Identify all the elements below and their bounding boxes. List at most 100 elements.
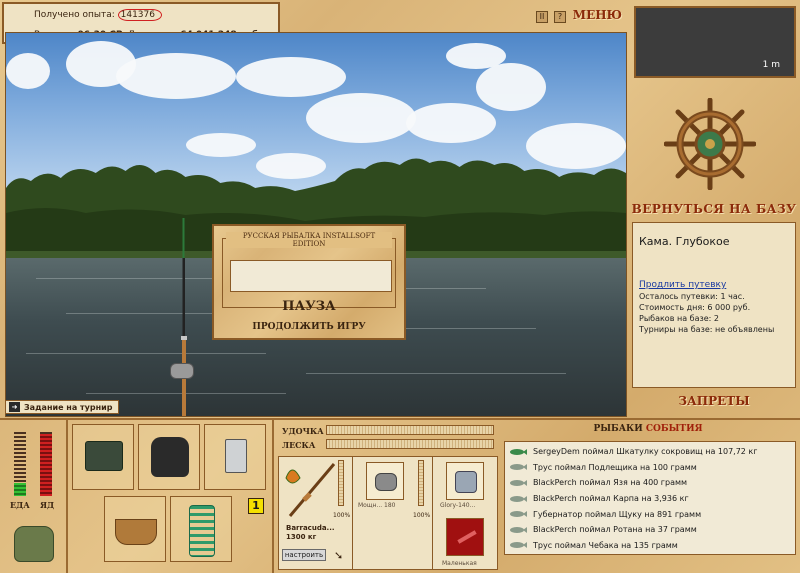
divider <box>352 456 353 570</box>
food-meter <box>14 432 26 496</box>
list-item: Трус поймал Чебака на 135 грамм <box>509 538 791 554</box>
reel-icon <box>375 473 397 491</box>
list-item: Трус поймал Подлещика на 100 грамм <box>509 460 791 476</box>
events-title-fishers: РЫБАКИ <box>593 424 643 434</box>
line-spool-icon <box>455 471 477 493</box>
ship-wheel-icon[interactable] <box>664 98 756 190</box>
cloud <box>116 53 236 99</box>
fish-icon <box>510 511 527 518</box>
food-bag-icon[interactable] <box>14 526 54 562</box>
events-title-events: СОБЫТИЯ <box>645 424 703 434</box>
poison-meter-fill <box>40 433 52 496</box>
poison-meter <box>40 432 52 496</box>
tournaments-status: Турниры на базе: не объявлены <box>639 325 775 334</box>
cloud <box>406 103 496 143</box>
backpack-icon <box>151 437 189 477</box>
slot-number-badge: 1 <box>248 498 264 514</box>
bans-button[interactable]: ЗАПРЕТЫ <box>628 394 800 408</box>
rod-weight: 1300 кг <box>286 533 317 541</box>
experience-row: Получено опыта: 141376 <box>34 9 162 21</box>
continue-game-button[interactable]: ПРОДОЛЖИТЬ ИГРУ <box>214 322 404 332</box>
poison-label: ЯД <box>40 500 55 510</box>
divider <box>432 456 433 570</box>
event-text: BlackPerch поймал Карпа на 3,936 кг <box>533 494 689 504</box>
cloud <box>236 57 346 97</box>
list-item: BlackPerch поймал Ротана на 37 грамм <box>509 522 791 538</box>
setup-button[interactable]: настроить <box>282 549 326 561</box>
reel-caption: Мощн... 180 <box>358 502 396 509</box>
menu-button[interactable]: МЕНЮ <box>573 8 622 22</box>
reel-icon <box>170 363 194 379</box>
permit-remaining: Осталось путевки: 1 час. <box>639 292 745 301</box>
fish-icon <box>510 479 527 486</box>
list-item: Губернатор поймал Щуку на 891 грамм <box>509 506 791 522</box>
event-text: BlackPerch поймал Язя на 400 грамм <box>533 478 688 488</box>
return-to-base-button[interactable]: ВЕРНУТЬСЯ НА БАЗУ <box>628 202 800 216</box>
rod-label: УДОЧКА <box>282 426 324 436</box>
cloud <box>306 93 416 143</box>
fishing-rod[interactable] <box>180 218 188 417</box>
event-text: Губернатор поймал Щуку на 891 грамм <box>533 509 702 519</box>
pause-button[interactable]: II <box>536 11 548 23</box>
location-panel: Кама. Глубокое Продлить путевку Осталось… <box>632 222 796 388</box>
help-button[interactable]: ? <box>554 11 566 23</box>
fish-icon <box>510 542 527 549</box>
fish-icon <box>510 448 527 455</box>
pause-dialog-header: РУССКАЯ РЫБАЛКА INSTALLSOFT EDITION <box>226 232 392 248</box>
rod-icon[interactable] <box>282 458 338 522</box>
list-item: BlackPerch поймал Карпа на 3,936 кг <box>509 491 791 507</box>
divider <box>66 420 68 573</box>
depth-label: 1 m <box>762 60 780 70</box>
minimap[interactable]: 1 m <box>634 6 796 78</box>
event-text: BlackPerch поймал Ротана на 37 грамм <box>533 525 697 535</box>
basket-slot[interactable] <box>104 496 166 562</box>
divider <box>0 418 800 420</box>
line-caption: Glory-140... <box>440 502 476 509</box>
cloud <box>476 63 546 111</box>
extend-permit-link[interactable]: Продлить путевку <box>639 280 789 290</box>
line-spool-slot[interactable] <box>446 462 484 500</box>
bait-slot[interactable] <box>446 518 484 556</box>
events-list[interactable]: SergeyDem поймал Шкатулку сокровищ на 10… <box>504 441 796 555</box>
reel-percent: 100% <box>413 512 431 519</box>
tournament-task-label: Задание на турнир <box>24 402 113 412</box>
rod-durability-bar <box>326 425 494 435</box>
line-label: ЛЕСКА <box>282 440 316 450</box>
food-meter-fill <box>14 483 26 496</box>
tournament-task-bar[interactable]: ➜ Задание на турнир <box>5 400 119 414</box>
events-title: РЫБАКИ СОБЫТИЯ <box>500 424 796 434</box>
divider <box>272 420 274 573</box>
pause-dialog: РУССКАЯ РЫБАЛКА INSTALLSOFT EDITION ПАУЗ… <box>212 224 406 340</box>
backpack-slot[interactable] <box>138 424 200 490</box>
location-name: Кама. Глубокое <box>639 235 730 248</box>
arrow-right-icon: ➜ <box>9 402 20 412</box>
reel-slot[interactable] <box>366 462 404 500</box>
day-cost: Стоимость дня: 6 000 руб. <box>639 303 751 312</box>
list-item: BlackPerch поймал Язя на 400 грамм <box>509 475 791 491</box>
keepnet-slot[interactable] <box>170 496 232 562</box>
top-bar: II ? МЕНЮ <box>280 2 628 30</box>
fishers-count: Рыбаков на базе: 2 <box>639 314 719 323</box>
keepnet-icon <box>189 505 215 557</box>
event-text: SergeyDem поймал Шкатулку сокровищ на 10… <box>533 447 758 457</box>
phone-slot[interactable] <box>204 424 266 490</box>
experience-value: 141376 <box>117 9 162 21</box>
reel-bar <box>418 460 424 506</box>
tackle-box-icon <box>85 441 123 471</box>
event-text: Трус поймал Подлещика на 100 грамм <box>533 462 697 472</box>
rod-name: Barracuda... <box>286 524 335 532</box>
basket-icon <box>115 519 157 545</box>
rod-bend-bar <box>338 460 344 506</box>
cloud <box>6 53 50 89</box>
rod-percent: 100% <box>333 512 351 519</box>
line-durability-bar <box>326 439 494 449</box>
pause-title: ПАУЗА <box>282 299 336 314</box>
tackle-box-slot[interactable] <box>72 424 134 490</box>
experience-label: Получено опыта: <box>34 10 115 20</box>
fish-icon <box>510 526 527 533</box>
fish-icon <box>510 464 527 471</box>
arrow-down-right-icon[interactable]: ➘ <box>334 549 343 562</box>
phone-icon <box>225 439 247 473</box>
pause-message-field <box>230 260 392 292</box>
bait-caption: Маленькая <box>442 560 477 567</box>
